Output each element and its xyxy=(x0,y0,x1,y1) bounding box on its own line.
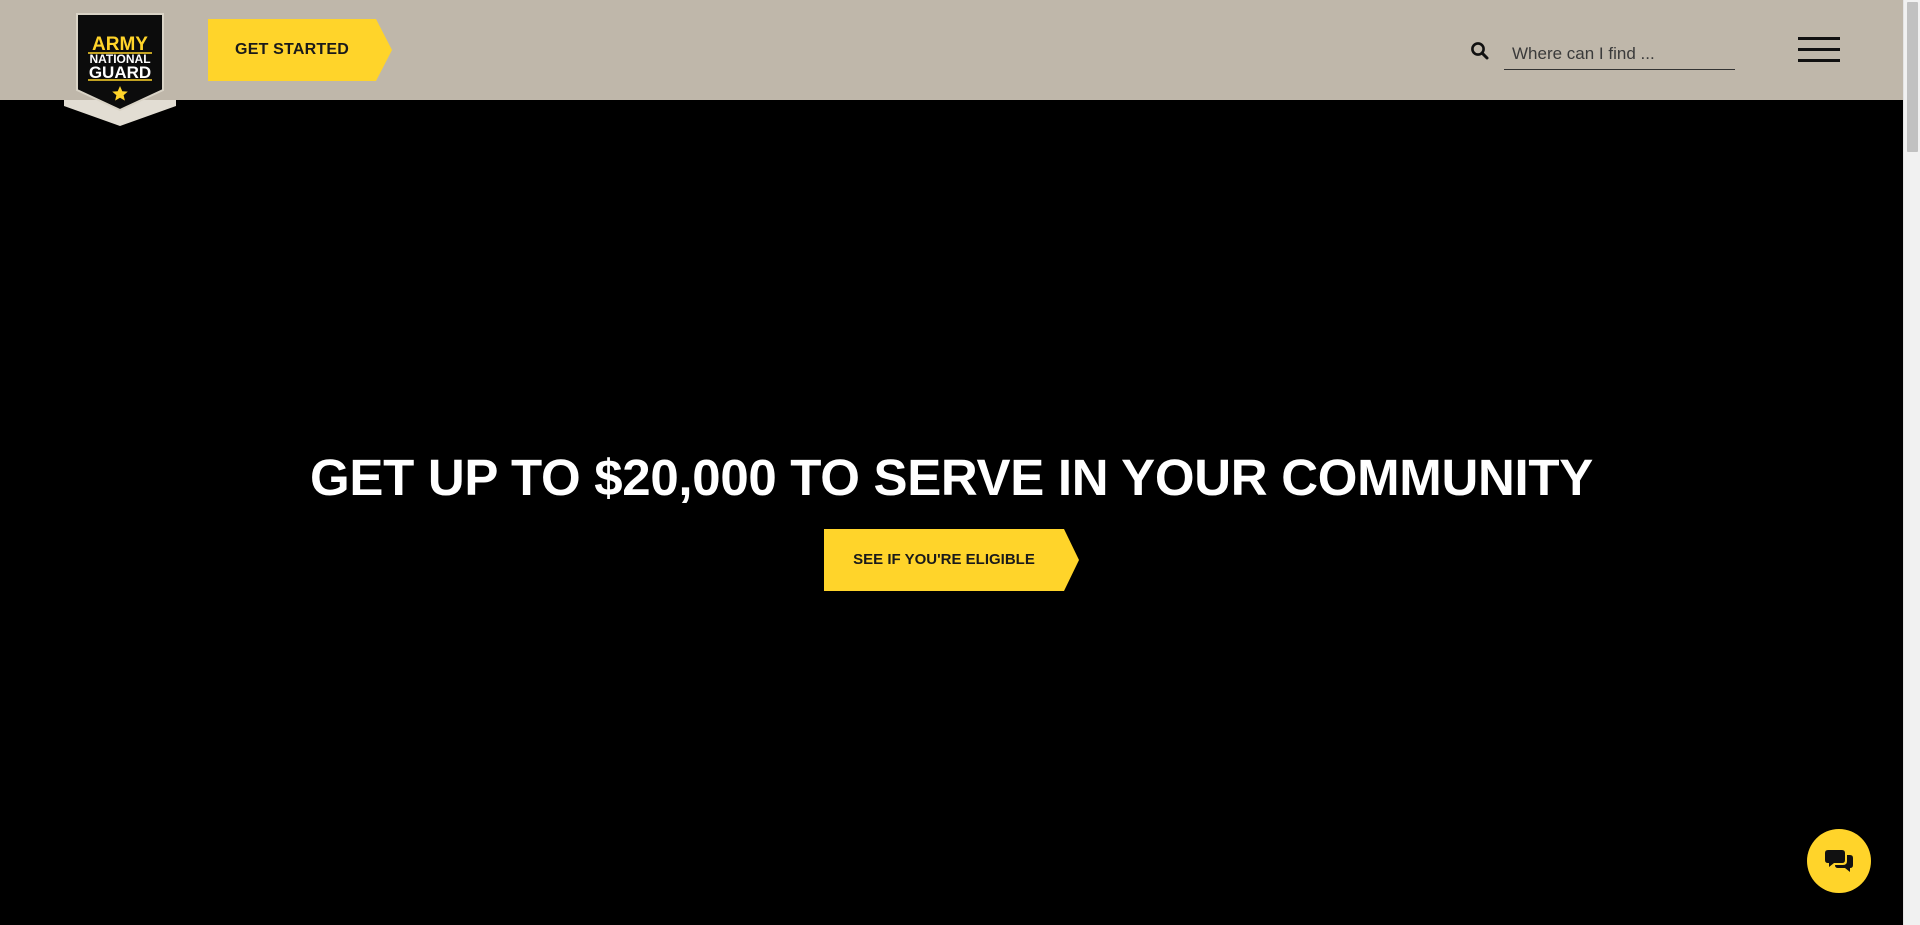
see-if-eligible-label: SEE IF YOU'RE ELIGIBLE xyxy=(853,551,1035,568)
logo-line-guard: GUARD xyxy=(89,63,151,82)
search-input[interactable] xyxy=(1504,34,1735,70)
search-icon[interactable] xyxy=(1470,41,1490,61)
page-scrollbar[interactable] xyxy=(1903,0,1920,925)
scrollbar-thumb[interactable] xyxy=(1907,2,1918,152)
get-started-label: GET STARTED xyxy=(235,41,349,58)
see-if-eligible-button[interactable]: SEE IF YOU'RE ELIGIBLE xyxy=(824,529,1079,591)
hamburger-menu-icon[interactable] xyxy=(1798,37,1840,63)
army-national-guard-logo[interactable]: ARMY NATIONAL GUARD xyxy=(64,0,176,126)
page: ARMY NATIONAL GUARD GET STARTED GET UP T… xyxy=(0,0,1903,925)
site-header: ARMY NATIONAL GUARD GET STARTED xyxy=(0,0,1903,126)
chat-button[interactable] xyxy=(1807,829,1871,893)
chat-bubbles-icon xyxy=(1825,850,1853,872)
get-started-button[interactable]: GET STARTED xyxy=(208,19,392,81)
hero-heading: GET UP TO $20,000 TO SERVE IN YOUR COMMU… xyxy=(310,449,1593,506)
